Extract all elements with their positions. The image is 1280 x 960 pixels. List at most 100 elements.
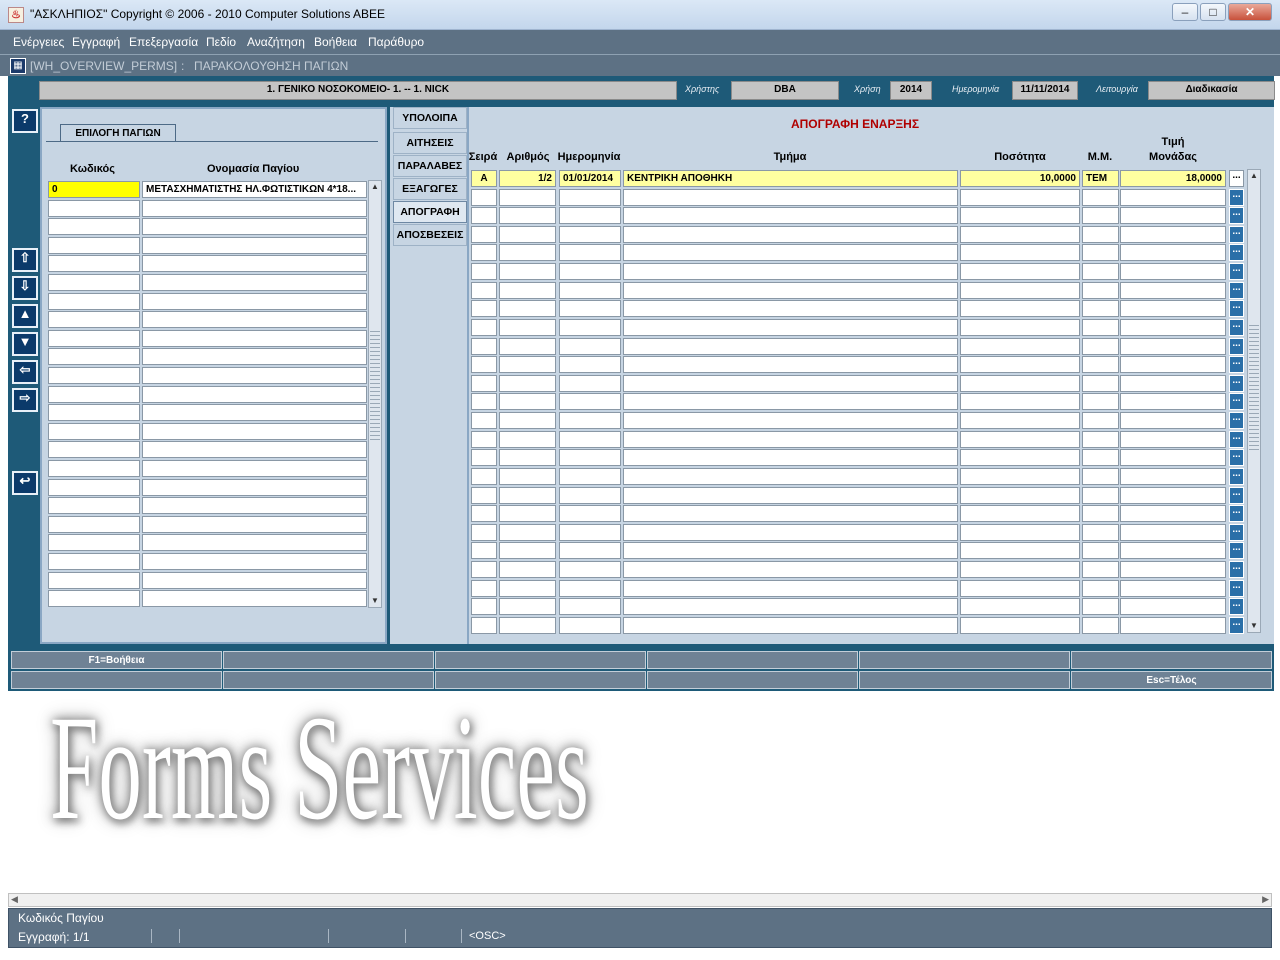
series-cell[interactable] <box>471 598 497 615</box>
unit-cell[interactable] <box>1082 542 1119 559</box>
department-cell[interactable] <box>623 580 958 597</box>
unit-cell[interactable] <box>1082 580 1119 597</box>
unit-cell[interactable] <box>1082 356 1119 373</box>
unit-cell[interactable] <box>1082 244 1119 261</box>
unit-cell[interactable] <box>1082 598 1119 615</box>
menu-window[interactable]: Παράθυρο <box>368 35 424 49</box>
scroll-up-icon[interactable]: ▲ <box>369 181 381 193</box>
series-cell[interactable] <box>471 412 497 429</box>
unit-cell[interactable] <box>1082 412 1119 429</box>
list-of-values-button[interactable]: ... <box>1229 468 1244 485</box>
function-key-1-1[interactable]: F1=Βοήθεια <box>11 651 222 669</box>
asset-list-scrollbar[interactable]: ▲ ▼ <box>368 180 382 608</box>
date-cell[interactable] <box>559 449 621 466</box>
quantity-cell[interactable] <box>960 393 1080 410</box>
number-cell[interactable] <box>499 338 556 355</box>
asset-name-cell[interactable] <box>142 534 367 551</box>
number-cell[interactable] <box>499 375 556 392</box>
menu-search[interactable]: Αναζήτηση <box>247 35 305 49</box>
number-cell[interactable] <box>499 468 556 485</box>
scroll-down-icon[interactable]: ▼ <box>1248 620 1260 632</box>
series-cell[interactable] <box>471 487 497 504</box>
quantity-cell[interactable] <box>960 300 1080 317</box>
tab-depreciation[interactable]: ΑΠΟΣΒΕΣΕΙΣ <box>393 224 467 246</box>
quantity-cell[interactable] <box>960 412 1080 429</box>
number-cell[interactable]: 1/2 <box>499 170 556 187</box>
unit-cell[interactable] <box>1082 524 1119 541</box>
date-cell[interactable] <box>559 207 621 224</box>
asset-code-cell[interactable] <box>48 534 140 551</box>
unit-cell[interactable] <box>1082 468 1119 485</box>
asset-name-cell[interactable] <box>142 367 367 384</box>
function-key-1-4[interactable] <box>647 651 858 669</box>
asset-code-cell[interactable] <box>48 553 140 570</box>
date-cell[interactable] <box>559 282 621 299</box>
list-of-values-button[interactable]: ... <box>1229 598 1244 615</box>
last-record-button[interactable]: ⇩ <box>12 276 38 300</box>
asset-name-cell[interactable] <box>142 311 367 328</box>
series-cell[interactable] <box>471 505 497 522</box>
number-cell[interactable] <box>499 431 556 448</box>
asset-name-cell[interactable] <box>142 479 367 496</box>
list-of-values-button[interactable]: ... <box>1229 449 1244 466</box>
quantity-cell[interactable]: 10,0000 <box>960 170 1080 187</box>
asset-name-cell[interactable] <box>142 218 367 235</box>
number-cell[interactable] <box>499 263 556 280</box>
menu-actions[interactable]: Ενέργειες <box>13 35 64 49</box>
asset-code-cell[interactable] <box>48 293 140 310</box>
list-of-values-button[interactable]: ... <box>1229 356 1244 373</box>
department-cell[interactable] <box>623 617 958 634</box>
asset-code-cell[interactable] <box>48 367 140 384</box>
asset-name-cell[interactable] <box>142 386 367 403</box>
department-cell[interactable] <box>623 524 958 541</box>
asset-name-cell[interactable] <box>142 330 367 347</box>
department-cell[interactable] <box>623 319 958 336</box>
unit-price-cell[interactable] <box>1120 356 1226 373</box>
list-of-values-button[interactable]: ... <box>1229 431 1244 448</box>
unit-cell[interactable] <box>1082 189 1119 206</box>
quantity-cell[interactable] <box>960 505 1080 522</box>
series-cell[interactable] <box>471 282 497 299</box>
function-key-2-6[interactable]: Esc=Τέλος <box>1071 671 1272 689</box>
unit-price-cell[interactable] <box>1120 319 1226 336</box>
next-record-button[interactable]: ▼ <box>12 332 38 356</box>
asset-name-cell[interactable] <box>142 572 367 589</box>
asset-code-cell[interactable] <box>48 200 140 217</box>
department-cell[interactable] <box>623 561 958 578</box>
unit-price-cell[interactable] <box>1120 207 1226 224</box>
asset-code-cell[interactable] <box>48 460 140 477</box>
function-key-1-2[interactable] <box>223 651 434 669</box>
list-of-values-button[interactable]: ... <box>1229 375 1244 392</box>
unit-price-cell[interactable] <box>1120 189 1226 206</box>
date-cell[interactable] <box>559 487 621 504</box>
unit-cell[interactable] <box>1082 617 1119 634</box>
number-cell[interactable] <box>499 226 556 243</box>
menu-help[interactable]: Βοήθεια <box>314 35 357 49</box>
quantity-cell[interactable] <box>960 244 1080 261</box>
date-cell[interactable] <box>559 617 621 634</box>
quantity-cell[interactable] <box>960 319 1080 336</box>
number-cell[interactable] <box>499 617 556 634</box>
unit-price-cell[interactable] <box>1120 375 1226 392</box>
unit-price-cell[interactable] <box>1120 282 1226 299</box>
series-cell[interactable] <box>471 263 497 280</box>
list-of-values-button[interactable]: ... <box>1229 393 1244 410</box>
number-cell[interactable] <box>499 189 556 206</box>
unit-price-cell[interactable] <box>1120 617 1226 634</box>
list-of-values-button[interactable]: ... <box>1229 561 1244 578</box>
quantity-cell[interactable] <box>960 468 1080 485</box>
department-cell[interactable] <box>623 282 958 299</box>
maximize-button[interactable]: □ <box>1200 3 1226 21</box>
number-cell[interactable] <box>499 524 556 541</box>
asset-name-cell[interactable] <box>142 237 367 254</box>
number-cell[interactable] <box>499 487 556 504</box>
series-cell[interactable] <box>471 226 497 243</box>
department-cell[interactable] <box>623 468 958 485</box>
date-cell[interactable] <box>559 356 621 373</box>
department-cell[interactable] <box>623 189 958 206</box>
date-cell[interactable] <box>559 393 621 410</box>
asset-code-cell[interactable] <box>48 404 140 421</box>
number-cell[interactable] <box>499 207 556 224</box>
unit-price-cell[interactable] <box>1120 431 1226 448</box>
unit-cell[interactable] <box>1082 207 1119 224</box>
